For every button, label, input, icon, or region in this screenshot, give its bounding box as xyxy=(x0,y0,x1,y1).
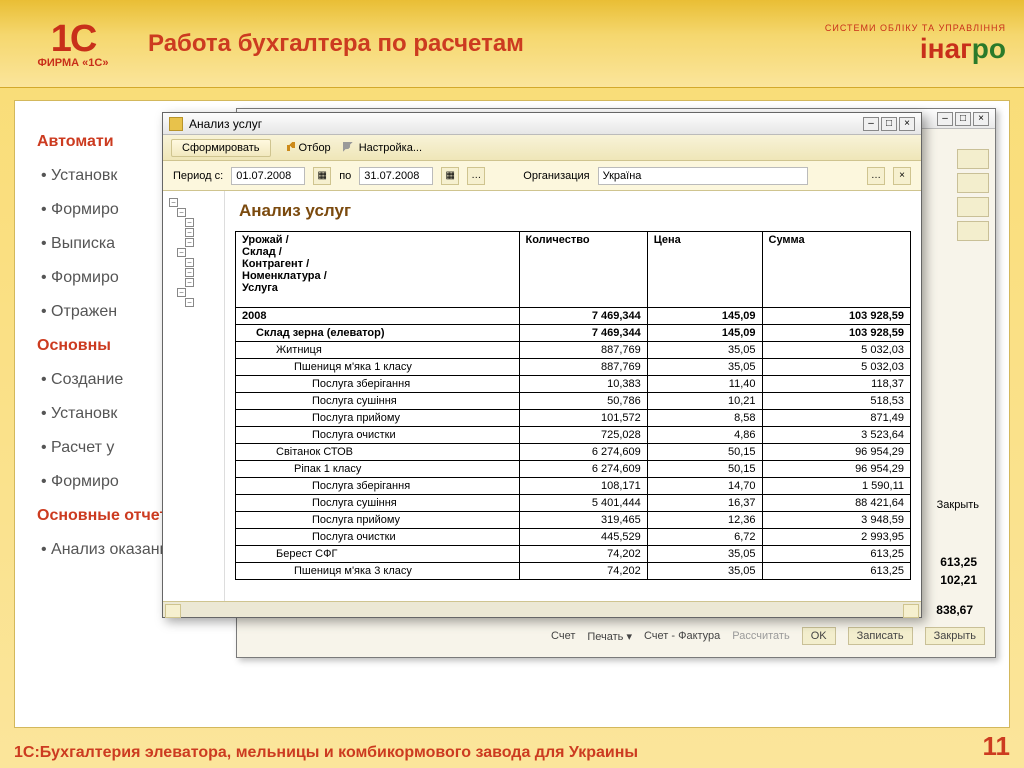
field-chip[interactable] xyxy=(957,221,989,241)
slide-footer: 1С:Бухгалтерия элеватора, мельницы и ком… xyxy=(14,731,1010,762)
horizontal-scrollbar[interactable] xyxy=(163,601,921,617)
table-row[interactable]: Ріпак 1 класу6 274,60950,1596 954,29 xyxy=(236,461,911,478)
org-clear-button[interactable]: × xyxy=(893,167,911,185)
bgwin-side-widgets xyxy=(957,149,989,241)
col-price: Цена xyxy=(647,232,762,308)
wrench-icon xyxy=(343,142,355,154)
minimize-icon[interactable]: – xyxy=(937,112,953,126)
period-from-input[interactable] xyxy=(231,167,305,185)
table-row[interactable]: Послуга зберігання10,38311,40118,37 xyxy=(236,376,911,393)
page-number: 11 xyxy=(983,731,1011,762)
org-input[interactable] xyxy=(598,167,808,185)
form-report-button[interactable]: Сформировать xyxy=(171,139,271,157)
close-button[interactable]: Закрыть xyxy=(925,627,985,645)
table-row[interactable]: Послуга зберігання108,17114,701 590,11 xyxy=(236,478,911,495)
calendar-icon[interactable]: ▦ xyxy=(313,167,331,185)
ok-button[interactable]: OK xyxy=(802,627,836,645)
bgwin-controls: – □ × xyxy=(937,112,989,126)
col-structure: Урожай /Склад /Контрагент /Номенклатура … xyxy=(236,232,520,308)
anwin-controls: – □ × xyxy=(863,117,915,131)
slide-title: Работа бухгалтера по расчетам xyxy=(148,30,524,58)
table-row[interactable]: Послуга очистки445,5296,722 993,95 xyxy=(236,529,911,546)
period-from-label: Период с: xyxy=(173,170,223,182)
window-title: Анализ услуг xyxy=(189,117,262,131)
report-tree[interactable]: −−−−−−−−−−− xyxy=(163,191,225,601)
bg-action[interactable]: Рассчитать xyxy=(732,630,789,642)
table-row[interactable]: Світанок СТОВ6 274,60950,1596 954,29 xyxy=(236,444,911,461)
anwin-titlebar[interactable]: Анализ услуг – □ × xyxy=(163,113,921,135)
tree-toggle[interactable]: − xyxy=(169,278,220,287)
period-picker-button[interactable]: … xyxy=(467,167,485,185)
analysis-window: Анализ услуг – □ × Сформировать Отбор На… xyxy=(162,112,922,618)
funnel-icon xyxy=(283,142,295,154)
bg-action[interactable]: Счет xyxy=(551,630,575,642)
report-table: Урожай /Склад /Контрагент /Номенклатура … xyxy=(235,231,911,580)
bgwin-values: 613,25 102,21 xyxy=(940,553,977,589)
app-icon xyxy=(169,117,183,131)
bg-action[interactable]: Печать ▾ xyxy=(587,630,632,643)
table-row[interactable]: Берест СФГ74,20235,05613,25 xyxy=(236,546,911,563)
period-to-label: по xyxy=(339,170,351,182)
filter-button[interactable]: Отбор xyxy=(283,142,331,154)
tree-toggle[interactable]: − xyxy=(169,198,220,207)
anwin-report: −−−−−−−−−−− Анализ услуг Урожай /Склад /… xyxy=(163,191,921,601)
bg-action[interactable]: Счет - Фактура xyxy=(644,630,720,642)
logo-1c-caption: ФИРМА «1С» xyxy=(38,57,109,69)
field-chip[interactable] xyxy=(957,173,989,193)
org-picker-button[interactable]: … xyxy=(867,167,885,185)
anwin-params: Период с: ▦ по ▦ … Организация … × xyxy=(163,161,921,191)
anwin-toolbar: Сформировать Отбор Настройка... xyxy=(163,135,921,161)
maximize-icon[interactable]: □ xyxy=(881,117,897,131)
bg-sum: 838,67 xyxy=(936,603,973,617)
calendar-icon[interactable]: ▦ xyxy=(441,167,459,185)
settings-button[interactable]: Настройка... xyxy=(343,142,422,154)
tree-toggle[interactable]: − xyxy=(169,228,220,237)
maximize-icon[interactable]: □ xyxy=(955,112,971,126)
field-chip[interactable] xyxy=(957,149,989,169)
table-row[interactable]: Склад зерна (елеватор)7 469,344145,09103… xyxy=(236,325,911,342)
tree-toggle[interactable]: − xyxy=(169,248,220,257)
table-row[interactable]: 20087 469,344145,09103 928,59 xyxy=(236,308,911,325)
col-quantity: Количество xyxy=(519,232,647,308)
footer-text: 1С:Бухгалтерия элеватора, мельницы и ком… xyxy=(14,744,638,762)
table-row[interactable]: Послуга сушіння5 401,44416,3788 421,64 xyxy=(236,495,911,512)
tree-toggle[interactable]: − xyxy=(169,218,220,227)
table-row[interactable]: Послуга очистки725,0284,863 523,64 xyxy=(236,427,911,444)
tree-toggle[interactable]: − xyxy=(169,258,220,267)
table-row[interactable]: Пшениця м'яка 3 класу74,20235,05613,25 xyxy=(236,563,911,580)
tree-toggle[interactable]: − xyxy=(169,268,220,277)
save-button[interactable]: Записать xyxy=(848,627,913,645)
logo-1c: 1C ФИРМА «1С» xyxy=(18,9,128,79)
org-label: Организация xyxy=(523,170,589,182)
minimize-icon[interactable]: – xyxy=(863,117,879,131)
tree-toggle[interactable]: − xyxy=(169,298,220,307)
table-row[interactable]: Послуга прийому319,46512,363 948,59 xyxy=(236,512,911,529)
period-to-input[interactable] xyxy=(359,167,433,185)
bg-value-2: 102,21 xyxy=(940,571,977,589)
inagro-wordmark: інагро xyxy=(825,33,1006,65)
field-chip[interactable] xyxy=(957,197,989,217)
table-row[interactable]: Послуга сушіння50,78610,21518,53 xyxy=(236,393,911,410)
slide-header: 1C ФИРМА «1С» Работа бухгалтера по расче… xyxy=(0,0,1024,88)
bgwin-actionbar: Счет Печать ▾ Счет - Фактура Рассчитать … xyxy=(551,627,985,645)
table-row[interactable]: Послуга прийому101,5728,58871,49 xyxy=(236,410,911,427)
table-row[interactable]: Житниця887,76935,055 032,03 xyxy=(236,342,911,359)
logo-1c-text: 1C xyxy=(51,18,96,61)
report-title: Анализ услуг xyxy=(239,201,911,221)
bg-value-1: 613,25 xyxy=(940,553,977,571)
col-sum: Сумма xyxy=(762,232,911,308)
close-icon[interactable]: × xyxy=(973,112,989,126)
tree-toggle[interactable]: − xyxy=(169,288,220,297)
tree-toggle[interactable]: − xyxy=(169,238,220,247)
close-icon[interactable]: × xyxy=(899,117,915,131)
logo-inagro: СИСТЕМИ ОБЛІКУ ТА УПРАВЛІННЯ інагро xyxy=(825,23,1006,65)
inagro-tagline: СИСТЕМИ ОБЛІКУ ТА УПРАВЛІННЯ xyxy=(825,23,1006,33)
bg-small-close[interactable]: Закрыть xyxy=(931,497,985,513)
tree-toggle[interactable]: − xyxy=(169,208,220,217)
report-body: Анализ услуг Урожай /Склад /Контрагент /… xyxy=(225,191,921,601)
table-row[interactable]: Пшениця м'яка 1 класу887,76935,055 032,0… xyxy=(236,359,911,376)
